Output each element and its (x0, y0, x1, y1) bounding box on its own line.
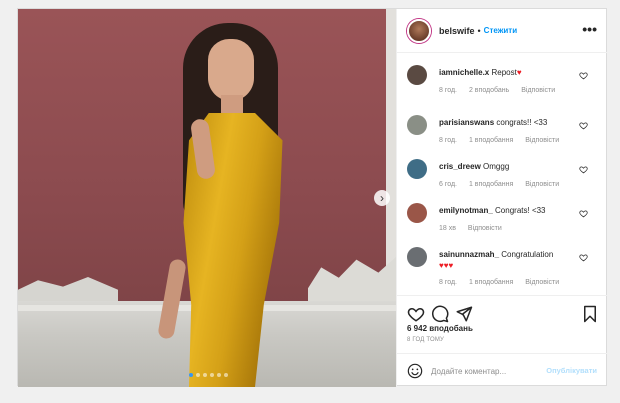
comment-text-block: parisianswans congrats!! <33 (439, 117, 579, 128)
carousel-dot (203, 373, 207, 377)
carousel-dot (224, 373, 228, 377)
comments-list: iamnichelle.x Repost♥ 8 год. 2 вподобань… (397, 53, 607, 293)
comment-text: Repost (491, 68, 517, 77)
comment-bubble-icon[interactable] (431, 305, 449, 323)
comment-text-block: cris_dreew Omggg (439, 161, 579, 172)
comment-age: 8 год. (439, 279, 458, 286)
avatar[interactable] (407, 203, 427, 223)
reply-link[interactable]: Відповісти (525, 137, 559, 144)
heart-outline-icon[interactable] (579, 165, 588, 174)
carousel-dot (217, 373, 221, 377)
comment-username[interactable]: emilynotman_ (439, 206, 493, 215)
red-hearts-emoji: ♥♥♥ (439, 261, 454, 270)
reply-link[interactable]: Відповісти (468, 225, 502, 232)
avatar[interactable] (407, 247, 427, 267)
more-horizontal-icon[interactable]: ••• (582, 22, 597, 36)
comment-username[interactable]: sainunnazmah_ (439, 250, 499, 259)
add-comment-bar: Опублікувати (397, 353, 607, 387)
comment-age: 6 год. (439, 181, 458, 188)
comment-text: Congrats! <33 (495, 206, 546, 215)
avatar[interactable] (407, 159, 427, 179)
comment-age: 18 хв (439, 225, 456, 232)
comment-input[interactable] (431, 363, 551, 379)
carousel-indicator (189, 373, 228, 377)
comment-text-block: iamnichelle.x Repost♥ (439, 67, 579, 78)
publish-button[interactable]: Опублікувати (546, 366, 597, 375)
bookmark-icon[interactable] (581, 305, 599, 323)
comment-meta: 8 год. 1 вподобання Відповісти (439, 279, 569, 286)
post-photo[interactable]: › (18, 9, 396, 387)
comment-text: congrats!! <33 (496, 118, 548, 127)
reply-link[interactable]: Відповісти (521, 87, 555, 94)
avatar[interactable] (407, 65, 427, 85)
comment-text: Omggg (483, 162, 510, 171)
comment-meta: 18 хв Відповісти (439, 225, 512, 232)
author-username[interactable]: belswife (439, 26, 475, 36)
comment-meta: 6 год. 1 вподобання Відповісти (439, 181, 569, 188)
model-face (208, 39, 254, 101)
comment-age: 8 год. (439, 87, 458, 94)
comment-username[interactable]: cris_dreew (439, 162, 481, 171)
comment-username[interactable]: parisianswans (439, 118, 494, 127)
heart-outline-icon[interactable] (579, 209, 588, 218)
post-side-panel: belswife • Стежити ••• iamnichelle.x Rep… (396, 9, 607, 387)
smiley-icon[interactable] (407, 363, 423, 379)
avatar[interactable] (407, 18, 431, 43)
post-actions (397, 295, 607, 325)
reply-link[interactable]: Відповісти (525, 279, 559, 286)
heart-outline-icon[interactable] (579, 71, 588, 80)
comment-meta: 8 год. 2 вподобань Відповісти (439, 87, 565, 94)
avatar[interactable] (407, 115, 427, 135)
comment-likes[interactable]: 1 вподобання (469, 279, 513, 286)
heart-outline-icon[interactable] (579, 253, 588, 262)
carousel-dot (210, 373, 214, 377)
comment-likes[interactable]: 1 вподобання (469, 181, 513, 188)
comment-meta: 8 год. 1 вподобання Відповісти (439, 137, 569, 144)
instagram-post: › belswife • Стежити ••• iamnichelle.x R… (17, 8, 607, 387)
post-header: belswife • Стежити ••• (397, 9, 607, 53)
comment-text-block: emilynotman_ Congrats! <33 (439, 205, 579, 216)
comment-age: 8 год. (439, 137, 458, 144)
carousel-dot-active (189, 373, 193, 377)
comment-text: Congratulation (501, 250, 554, 259)
comment-text-block: sainunnazmah_ Congratulation ♥♥♥ (439, 249, 579, 271)
paper-plane-icon[interactable] (455, 305, 473, 323)
comment-likes[interactable]: 1 вподобання (469, 137, 513, 144)
reply-link[interactable]: Відповісти (525, 181, 559, 188)
heart-outline-icon[interactable] (579, 121, 588, 130)
red-heart-emoji: ♥ (516, 68, 522, 77)
comment-username[interactable]: iamnichelle.x (439, 68, 489, 77)
follow-button[interactable]: Стежити (484, 26, 517, 35)
separator-dot: • (477, 25, 481, 36)
chevron-right-icon[interactable]: › (374, 190, 390, 206)
heart-outline-icon[interactable] (407, 305, 425, 323)
carousel-dot (196, 373, 200, 377)
comment-likes[interactable]: 2 вподобань (469, 87, 509, 94)
post-timestamp: 8 ГОД ТОМУ (407, 337, 445, 343)
likes-count[interactable]: 6 942 вподобань (407, 324, 473, 333)
